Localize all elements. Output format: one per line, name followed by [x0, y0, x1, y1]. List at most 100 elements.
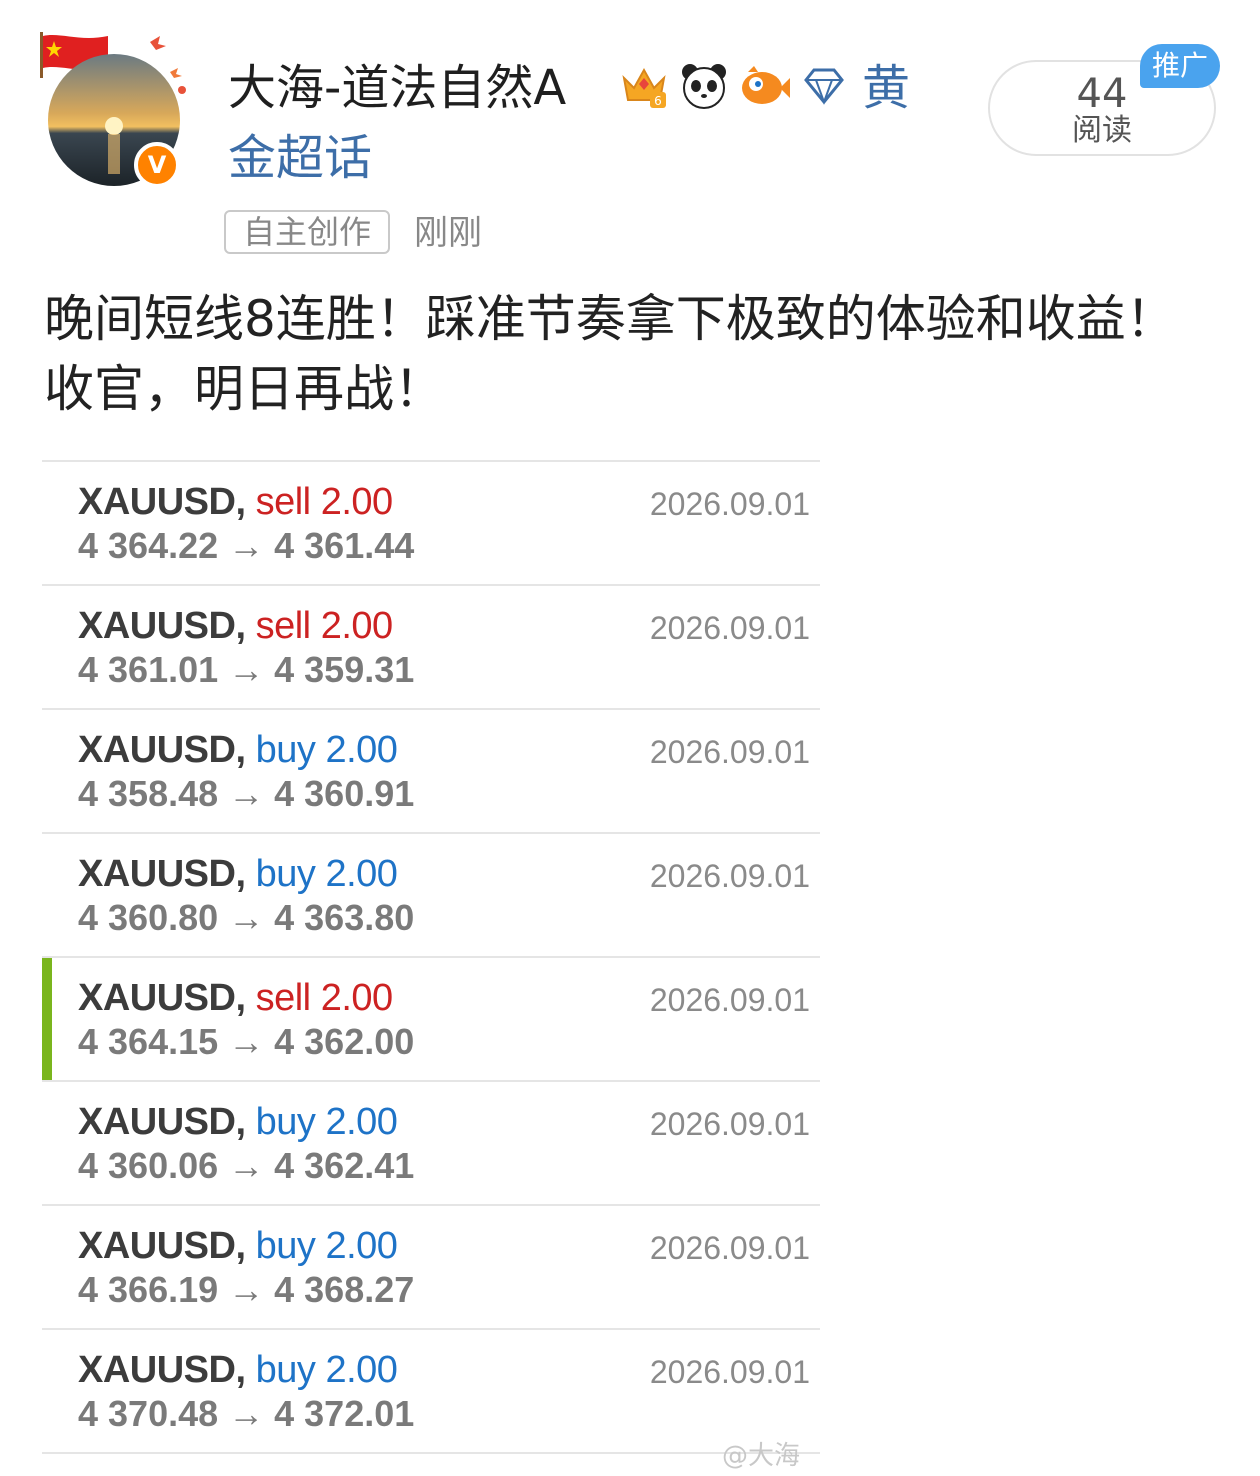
- weibo-watermark: @大海: [722, 1441, 801, 1471]
- trade-side: sell: [255, 481, 312, 523]
- trade-row[interactable]: XAUUSD, buy 2.00 4 360.80 → 4 363.80 2026.09…: [42, 832, 820, 956]
- original-content-tag: 自主创作: [224, 210, 390, 254]
- trade-row[interactable]: XAUUSD, buy 2.00 4 370.48 → 4 372.01 2026.09…: [42, 1328, 820, 1452]
- close-price: 4 363.80: [274, 897, 415, 938]
- trade-prices: 4 358.48 → 4 360.91: [78, 772, 414, 816]
- verified-badge-icon: V: [134, 142, 180, 188]
- trade-prices: 4 361.01 → 4 359.31: [78, 648, 414, 692]
- close-price: 4 361.44: [274, 525, 415, 566]
- close-price: 4 362.41: [274, 1145, 415, 1186]
- author-name[interactable]: 大海-道法自然A: [228, 56, 566, 120]
- arrow-icon: →: [228, 649, 265, 690]
- trade-prices: 4 370.48 → 4 372.01: [78, 1392, 414, 1436]
- arrow-icon: →: [228, 1145, 265, 1186]
- symbol-text: XAUUSD,: [78, 1349, 246, 1391]
- trade-prices: 4 366.19 → 4 368.27: [78, 1268, 414, 1312]
- symbol-text: XAUUSD,: [78, 853, 246, 895]
- symbol-text: XAUUSD,: [78, 977, 246, 1019]
- crown-level-6-icon: 6: [622, 67, 666, 108]
- trade-history-image[interactable]: XAUUSD, sell 2.00 4 364.22 → 4 361.44 2026.0…: [42, 460, 820, 1454]
- post-text: 晚间短线8连胜！踩准节奏拿下极致的体验和收益！ 收官，明日再战！: [44, 284, 1234, 424]
- trade-symbol: XAUUSD, sell 2.00: [78, 480, 393, 524]
- trade-side: sell: [255, 605, 312, 647]
- trade-prices: 4 364.15 → 4 362.00: [78, 1020, 414, 1064]
- symbol-text: XAUUSD,: [78, 481, 246, 523]
- trade-lots: 2.00: [325, 1225, 398, 1267]
- arrow-icon: →: [228, 773, 265, 814]
- author-badges: 6: [618, 58, 850, 114]
- trade-date: 2026.09.01: [649, 1106, 810, 1142]
- open-price: 4 360.80: [78, 897, 219, 938]
- trade-symbol: XAUUSD, sell 2.00: [78, 976, 393, 1020]
- trade-symbol: XAUUSD, buy 2.00: [78, 1100, 398, 1144]
- trade-row[interactable]: XAUUSD, sell 2.00 4 361.01 → 4 359.31 2026.0…: [42, 584, 820, 708]
- trade-prices: 4 360.80 → 4 363.80: [78, 896, 414, 940]
- symbol-text: XAUUSD,: [78, 1101, 246, 1143]
- trade-side: sell: [255, 977, 312, 1019]
- trade-symbol: XAUUSD, sell 2.00: [78, 604, 393, 648]
- arrow-icon: →: [228, 897, 265, 938]
- trade-row[interactable]: XAUUSD, sell 2.00 4 364.15 → 4 362.00 2026.0…: [42, 956, 820, 1080]
- topic-link[interactable]: 黄: [862, 56, 910, 120]
- topic-link-continued[interactable]: 金超话: [228, 126, 372, 190]
- trade-date: 2026.09.01: [649, 1354, 810, 1390]
- trade-side: buy: [255, 1349, 316, 1391]
- read-label: 阅读: [1072, 113, 1132, 148]
- trade-date: 2026.09.01: [649, 858, 810, 894]
- trade-symbol: XAUUSD, buy 2.00: [78, 1348, 398, 1392]
- bird-decoration-icon: [150, 36, 186, 94]
- trade-side: buy: [255, 1225, 316, 1267]
- trade-lots: 2.00: [325, 1101, 398, 1143]
- trade-side: buy: [255, 853, 316, 895]
- close-price: 4 360.91: [274, 773, 415, 814]
- open-price: 4 364.22: [78, 525, 219, 566]
- trade-symbol: XAUUSD, buy 2.00: [78, 728, 398, 772]
- diamond-icon: [804, 68, 844, 105]
- symbol-text: XAUUSD,: [78, 729, 246, 771]
- open-price: 4 358.48: [78, 773, 219, 814]
- trade-lots: 2.00: [320, 481, 393, 523]
- symbol-text: XAUUSD,: [78, 605, 246, 647]
- trade-row[interactable]: XAUUSD, sell 2.00 4 364.22 → 4 361.44 2026.0…: [42, 460, 820, 584]
- trade-lots: 2.00: [325, 729, 398, 771]
- promote-button[interactable]: 推广: [1140, 44, 1220, 88]
- trade-lots: 2.00: [325, 1349, 398, 1391]
- open-price: 4 360.06: [78, 1145, 219, 1186]
- arrow-icon: →: [228, 1393, 265, 1434]
- trade-date: 2026.09.01: [649, 610, 810, 646]
- trade-symbol: XAUUSD, buy 2.00: [78, 1224, 398, 1268]
- selected-indicator: [42, 958, 52, 1080]
- post-text-line: 收官，明日再战！: [44, 360, 444, 418]
- close-price: 4 368.27: [274, 1269, 415, 1310]
- trade-date: 2026.09.01: [649, 734, 810, 770]
- trade-row[interactable]: XAUUSD, buy 2.00 4 358.48 → 4 360.91 2026.09…: [42, 708, 820, 832]
- svg-text:6: 6: [654, 94, 662, 108]
- trade-lots: 2.00: [325, 853, 398, 895]
- close-price: 4 372.01: [274, 1393, 415, 1434]
- trade-side: buy: [255, 729, 316, 771]
- arrow-icon: →: [228, 525, 265, 566]
- post-text-line: 晚间短线8连胜！踩准节奏拿下极致的体验和收益！: [44, 290, 1176, 348]
- trades-divider: [42, 1452, 820, 1454]
- open-price: 4 361.01: [78, 649, 219, 690]
- post-time: 刚刚: [414, 213, 482, 253]
- trade-side: buy: [255, 1101, 316, 1143]
- trade-row[interactable]: XAUUSD, buy 2.00 4 360.06 → 4 362.41 2026.09…: [42, 1080, 820, 1204]
- trade-lots: 2.00: [320, 605, 393, 647]
- open-price: 4 364.15: [78, 1021, 219, 1062]
- trade-lots: 2.00: [320, 977, 393, 1019]
- trade-date: 2026.09.01: [649, 1230, 810, 1266]
- arrow-icon: →: [228, 1021, 265, 1062]
- fish-icon: [742, 66, 790, 104]
- trade-symbol: XAUUSD, buy 2.00: [78, 852, 398, 896]
- open-price: 4 366.19: [78, 1269, 219, 1310]
- open-price: 4 370.48: [78, 1393, 219, 1434]
- close-price: 4 359.31: [274, 649, 415, 690]
- close-price: 4 362.00: [274, 1021, 415, 1062]
- panda-icon: [682, 64, 726, 109]
- trade-prices: 4 364.22 → 4 361.44: [78, 524, 414, 568]
- trade-row[interactable]: XAUUSD, buy 2.00 4 366.19 → 4 368.27 2026.09…: [42, 1204, 820, 1328]
- trade-date: 2026.09.01: [649, 486, 810, 522]
- trade-prices: 4 360.06 → 4 362.41: [78, 1144, 414, 1188]
- trade-date: 2026.09.01: [649, 982, 810, 1018]
